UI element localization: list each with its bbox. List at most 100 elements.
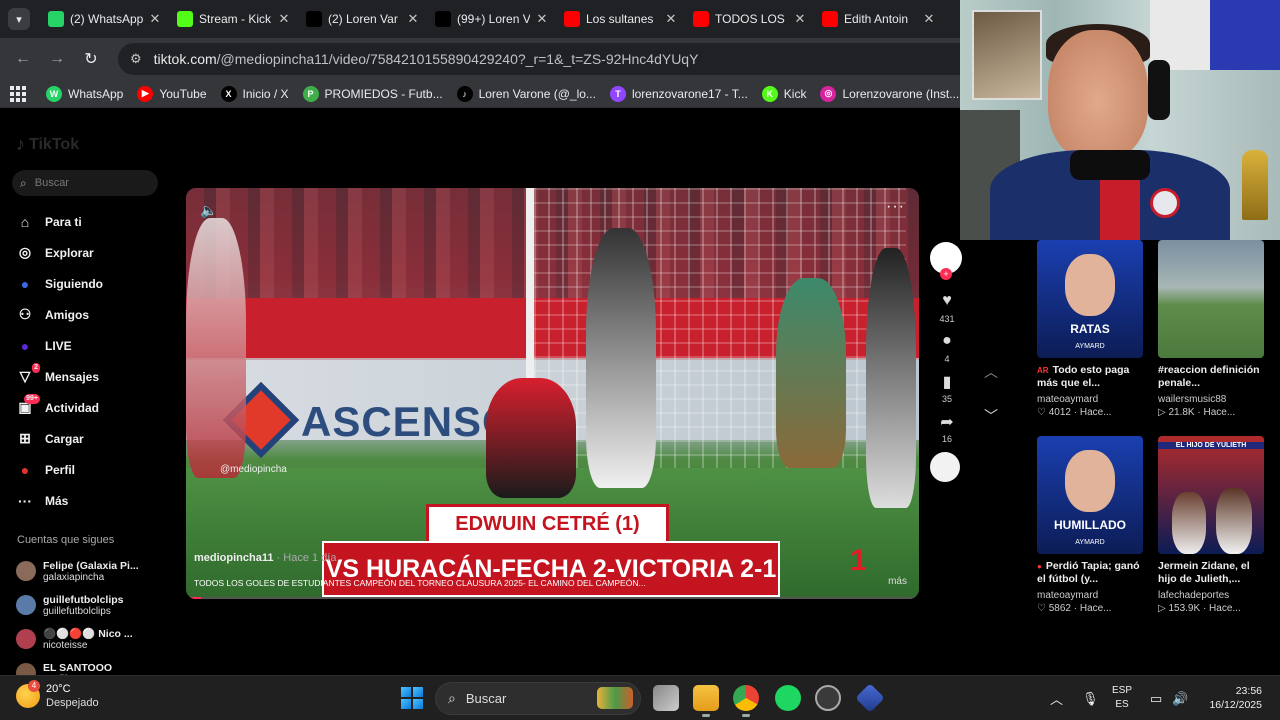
browser-tab[interactable]: Los sultanes ✕ <box>558 4 687 34</box>
video-thumbnail[interactable]: RATAS AYMARD <box>1037 240 1143 358</box>
sidebar-item-compass[interactable]: ◎ Explorar <box>16 237 103 268</box>
sidebar-nav: ⌂ Para ti ◎ Explorar ● Siguiendo ⚇ Amigos ● LIVE ▽… <box>16 206 103 516</box>
close-icon[interactable]: ✕ <box>792 11 808 27</box>
browser-tab[interactable]: (99+) Loren V ✕ <box>429 4 558 34</box>
url-text[interactable]: tiktok.com/@mediopincha11/video/75842101… <box>154 51 699 67</box>
forward-arrow-icon[interactable]: → <box>44 46 70 72</box>
task-view-icon[interactable] <box>653 685 679 711</box>
sidebar-item-activity[interactable]: ▣ 99+ Actividad <box>16 392 103 423</box>
video-thumbnail[interactable] <box>1158 240 1264 358</box>
close-icon[interactable]: ✕ <box>276 11 292 27</box>
language-indicator[interactable]: ESP ES <box>1112 684 1132 712</box>
sidebar-item-more[interactable]: ··· Más <box>16 485 103 516</box>
sidebar-item-following[interactable]: ● Siguiendo <box>16 268 103 299</box>
tab-search-chevron-icon[interactable]: ▾ <box>8 8 30 30</box>
chrome-icon[interactable] <box>733 685 759 717</box>
browser-tab[interactable]: TODOS LOS ✕ <box>687 4 816 34</box>
network-icon[interactable]: ▭ <box>1150 676 1162 720</box>
video-card-author[interactable]: wailersmusic88 <box>1158 394 1270 405</box>
video-author-name[interactable]: mediopincha11 <box>194 552 273 564</box>
bookmark-item[interactable]: W WhatsApp <box>46 85 123 102</box>
browser-tab[interactable]: Stream - Kick ✕ <box>171 4 300 34</box>
bookmark-item[interactable]: X Inicio / X <box>220 85 289 102</box>
more-options-icon[interactable]: ··· <box>886 198 905 216</box>
video-player[interactable]: ASCENSO 🔈 ··· @mediopincha EDWUIN CETRÉ … <box>186 188 919 599</box>
bookmark-icon: ▶ <box>137 85 154 102</box>
video-card[interactable]: HUMILLADO AYMARD ● Perdió Tapia; ganó el fú… <box>1037 436 1149 614</box>
video-card-author[interactable]: mateoaymard <box>1037 394 1149 405</box>
bookmark-icon[interactable]: ▮ <box>930 372 964 391</box>
tiktok-logo[interactable]: ♪ TikTok <box>16 134 79 155</box>
close-icon[interactable]: ✕ <box>534 11 550 27</box>
comment-icon[interactable]: ● <box>930 332 964 350</box>
volume-icon[interactable]: 🔊 <box>1172 676 1188 720</box>
bookmark-item[interactable]: ◎ Lorenzovarone (Inst... <box>820 85 959 102</box>
file-explorer-icon[interactable] <box>693 685 719 717</box>
browser-tab[interactable]: Edith Antoin ✕ <box>816 4 945 34</box>
video-progress-bar[interactable] <box>186 597 919 599</box>
app-icon[interactable] <box>855 683 885 713</box>
video-count-badge: 1 <box>850 544 867 577</box>
chevron-up-icon[interactable]: ︿ <box>984 362 998 382</box>
avatar[interactable] <box>16 629 36 649</box>
apps-grid-icon[interactable] <box>10 85 26 102</box>
creator-avatar[interactable]: + <box>930 242 962 280</box>
sidebar-item-messages[interactable]: ▽ 2 Mensajes <box>16 361 103 392</box>
avatar[interactable] <box>16 561 36 581</box>
bookmark-item[interactable]: P PROMIEDOS - Futb... <box>302 85 443 102</box>
sidebar-item-upload[interactable]: ⊞ Cargar <box>16 423 103 454</box>
system-clock[interactable]: 23:56 16/12/2025 <box>1202 684 1262 712</box>
close-icon[interactable]: ✕ <box>921 11 937 27</box>
bookmark-item[interactable]: ▶ YouTube <box>137 85 207 102</box>
video-card[interactable]: #reaccion definición penale... wailersmus… <box>1158 240 1270 418</box>
heart-icon[interactable]: ♥ <box>930 292 964 310</box>
sound-disc-icon[interactable] <box>930 452 960 482</box>
spotify-icon[interactable] <box>775 685 801 711</box>
bookmark-item[interactable]: K Kick <box>761 85 806 102</box>
reload-icon[interactable]: ↻ <box>78 46 104 72</box>
address-bar[interactable]: ⚙ tiktok.com/@mediopincha11/video/758421… <box>118 43 960 75</box>
obs-icon[interactable] <box>815 685 841 711</box>
video-thumbnail[interactable]: EL HIJO DE YULIETH <box>1158 436 1264 554</box>
sidebar-item-label: LIVE <box>45 338 72 353</box>
thumbnail-player <box>1216 488 1252 554</box>
back-arrow-icon[interactable]: ← <box>10 46 36 72</box>
following-account[interactable]: guillefutbolclips guillefutbolclips <box>16 588 139 622</box>
microphone-icon[interactable]: 🎙 <box>1082 676 1099 720</box>
browser-tab[interactable]: (2) Loren Var ✕ <box>300 4 429 34</box>
video-card[interactable]: RATAS AYMARD AR Todo esto paga más que el..… <box>1037 240 1149 418</box>
windows-start-icon[interactable] <box>401 687 423 709</box>
sidebar-item-friends[interactable]: ⚇ Amigos <box>16 299 103 330</box>
save-action[interactable]: ▮ 35 <box>930 372 964 404</box>
following-account[interactable]: Felipe (Galaxia Pi... galaxiapincha <box>16 554 139 588</box>
bookmark-item[interactable]: ♪ Loren Varone (@_lo... <box>456 85 596 102</box>
tray-chevron-icon[interactable]: ︿ <box>1050 676 1063 720</box>
bookmark-item[interactable]: Tlorenzovarone17 - T... <box>609 85 748 102</box>
video-card-author[interactable]: mateoaymard <box>1037 590 1149 601</box>
search-input[interactable]: ⌕ Buscar <box>12 170 158 196</box>
close-icon[interactable]: ✕ <box>663 11 679 27</box>
browser-tab[interactable]: (2) WhatsApp ✕ <box>42 4 171 34</box>
share-action[interactable]: ➦ 16 <box>930 412 964 444</box>
comment-action[interactable]: ● 4 <box>930 332 964 364</box>
following-account[interactable]: ⚫⚪🔴⚪ Nico ... nicoteisse <box>16 622 139 656</box>
sidebar-item-profile[interactable]: ● Perfil <box>16 454 103 485</box>
video-more-link[interactable]: más <box>888 576 907 587</box>
close-icon[interactable]: ✕ <box>147 11 163 27</box>
video-card-author[interactable]: lafechadeportes <box>1158 590 1270 601</box>
search-highlight-icon[interactable] <box>597 687 633 709</box>
video-author[interactable]: mediopincha11 · Hace 1 día <box>194 552 336 564</box>
site-settings-icon[interactable]: ⚙ <box>130 51 142 67</box>
volume-icon[interactable]: 🔈 <box>200 202 217 219</box>
close-icon[interactable]: ✕ <box>405 11 421 27</box>
sidebar-item-home[interactable]: ⌂ Para ti <box>16 206 103 237</box>
follow-plus-icon[interactable]: + <box>940 268 952 280</box>
avatar[interactable] <box>16 595 36 615</box>
chevron-down-icon[interactable]: ﹀ <box>984 406 998 426</box>
sidebar-item-live[interactable]: ● LIVE <box>16 330 103 361</box>
video-thumbnail[interactable]: HUMILLADO AYMARD <box>1037 436 1143 554</box>
video-card[interactable]: EL HIJO DE YULIETH Jermein Zidane, el hij… <box>1158 436 1270 614</box>
weather-widget[interactable]: 4 20°C Despejado <box>16 680 99 710</box>
share-icon[interactable]: ➦ <box>930 412 964 431</box>
like-action[interactable]: ♥ 431 <box>930 292 964 324</box>
